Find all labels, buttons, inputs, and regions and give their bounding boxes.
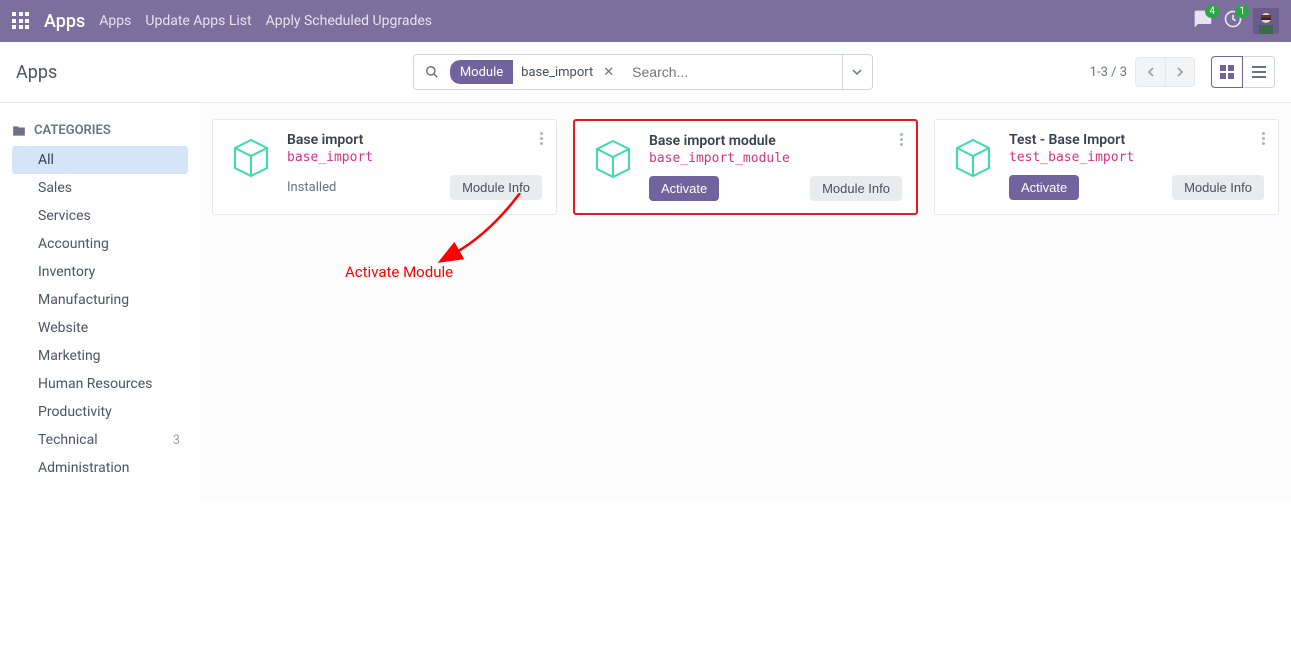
pager: 1-3 / 3 (1090, 57, 1195, 87)
top-navbar: Apps Apps Update Apps List Apply Schedul… (0, 0, 1291, 42)
activate-button[interactable]: Activate (649, 176, 719, 201)
sidebar-item-productivity[interactable]: Productivity (12, 398, 188, 426)
activate-button[interactable]: Activate (1009, 175, 1079, 200)
activity-icon[interactable]: 1 (1223, 9, 1243, 33)
sidebar-item-website[interactable]: Website (12, 314, 188, 342)
sidebar: CATEGORIES All Sales Services Accounting… (0, 103, 200, 502)
sidebar-item-label: Services (38, 208, 91, 224)
app-status: Installed (287, 180, 336, 195)
search-box[interactable]: Module base_import ✕ (413, 54, 873, 90)
sidebar-item-manufacturing[interactable]: Manufacturing (12, 286, 188, 314)
search-facet: Module base_import ✕ (450, 60, 620, 84)
main: CATEGORIES All Sales Services Accounting… (0, 103, 1291, 502)
app-title: Test - Base Import (1009, 132, 1264, 148)
sidebar-item-inventory[interactable]: Inventory (12, 258, 188, 286)
search-input[interactable] (624, 64, 842, 80)
search-icon[interactable] (414, 65, 450, 79)
sidebar-item-sales[interactable]: Sales (12, 174, 188, 202)
card-menu-icon[interactable] (1256, 130, 1270, 147)
sidebar-item-label: Human Resources (38, 376, 152, 392)
app-tech-name: test_base_import (1009, 150, 1264, 165)
messages-icon[interactable]: 4 (1193, 9, 1213, 33)
card-menu-icon[interactable] (534, 130, 548, 147)
content: Base import base_import Installed Module… (200, 103, 1291, 502)
sidebar-item-label: Website (38, 320, 88, 336)
card-menu-icon[interactable] (894, 131, 908, 148)
module-info-button[interactable]: Module Info (1172, 175, 1264, 200)
sidebar-item-all[interactable]: All (12, 146, 188, 174)
sidebar-item-administration[interactable]: Administration (12, 454, 188, 482)
sidebar-item-label: All (38, 152, 54, 168)
sidebar-item-count: 3 (173, 433, 180, 448)
sidebar-item-services[interactable]: Services (12, 202, 188, 230)
module-info-button[interactable]: Module Info (810, 176, 902, 201)
annotation-text: Activate Module (345, 263, 453, 281)
sidebar-item-label: Manufacturing (38, 292, 129, 308)
sidebar-item-label: Sales (38, 180, 72, 196)
app-card-test-base-import[interactable]: Test - Base Import test_base_import Acti… (934, 119, 1279, 215)
folder-icon (12, 124, 26, 138)
page-title: Apps (16, 62, 196, 83)
sidebar-item-marketing[interactable]: Marketing (12, 342, 188, 370)
messages-badge: 4 (1205, 5, 1219, 18)
app-tech-name: base_import (287, 150, 542, 165)
sidebar-item-label: Inventory (38, 264, 95, 280)
pager-prev[interactable] (1135, 57, 1165, 87)
app-title: Base import (287, 132, 542, 148)
sidebar-item-hr[interactable]: Human Resources (12, 370, 188, 398)
pager-next[interactable] (1165, 57, 1195, 87)
sidebar-item-technical[interactable]: Technical 3 (12, 426, 188, 454)
activity-badge: 1 (1235, 5, 1249, 18)
search-options-dropdown[interactable] (842, 55, 872, 89)
module-info-button[interactable]: Module Info (450, 175, 542, 200)
app-card-base-import-module[interactable]: Base import module base_import_module Ac… (573, 119, 918, 215)
sidebar-item-label: Accounting (38, 236, 109, 252)
nav-update-list[interactable]: Update Apps List (145, 13, 251, 29)
sidebar-header: CATEGORIES (12, 123, 188, 138)
brand-title[interactable]: Apps (44, 11, 85, 32)
app-tech-name: base_import_module (649, 151, 902, 166)
facet-remove-icon[interactable]: ✕ (601, 65, 620, 80)
nav-apply-upgrades[interactable]: Apply Scheduled Upgrades (266, 13, 432, 29)
app-title: Base import module (649, 133, 902, 149)
sidebar-item-label: Technical (38, 432, 98, 448)
user-avatar[interactable] (1253, 8, 1279, 34)
sidebar-item-label: Marketing (38, 348, 101, 364)
sidebar-item-label: Administration (38, 460, 129, 476)
sidebar-item-accounting[interactable]: Accounting (12, 230, 188, 258)
nav-apps[interactable]: Apps (99, 13, 131, 29)
module-icon (227, 134, 275, 182)
pager-text: 1-3 / 3 (1090, 65, 1127, 80)
facet-value: base_import (513, 65, 601, 80)
app-card-base-import[interactable]: Base import base_import Installed Module… (212, 119, 557, 215)
facet-label: Module (450, 60, 513, 84)
view-list[interactable] (1243, 56, 1275, 88)
sidebar-header-label: CATEGORIES (34, 123, 111, 138)
module-icon (949, 134, 997, 182)
view-kanban[interactable] (1211, 56, 1243, 88)
module-icon (589, 135, 637, 183)
apps-launcher-icon[interactable] (12, 12, 30, 30)
sidebar-item-label: Productivity (38, 404, 112, 420)
control-panel: Apps Module base_import ✕ 1-3 / 3 (0, 42, 1291, 103)
